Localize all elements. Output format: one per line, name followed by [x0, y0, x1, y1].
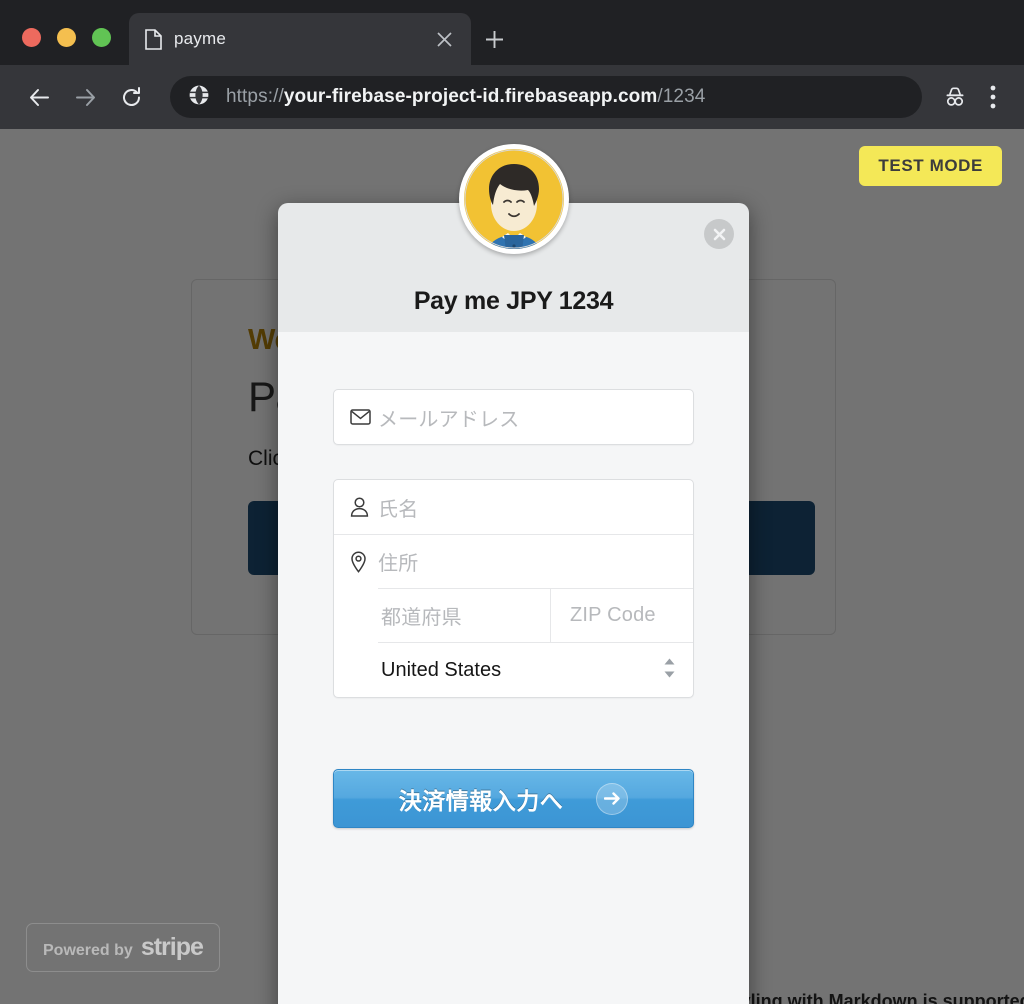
document-icon — [145, 28, 162, 50]
state-placeholder: 都道府県 — [381, 607, 462, 629]
browser-toolbar: https://your-firebase-project-id.firebas… — [0, 65, 1024, 129]
submit-button-label: 決済情報入力へ — [398, 787, 564, 814]
incognito-icon[interactable] — [938, 78, 972, 116]
maximize-window-button[interactable] — [92, 28, 111, 47]
map-pin-icon — [350, 550, 378, 573]
state-zip-row: 都道府県 ZIP Code — [378, 588, 693, 642]
globe-icon — [188, 84, 210, 111]
country-select[interactable]: United States — [378, 642, 693, 697]
arrow-right-circle-icon — [596, 782, 629, 815]
email-field[interactable]: メールアドレス — [334, 390, 693, 444]
powered-by-stripe-badge[interactable]: Powered by stripe — [26, 923, 220, 972]
envelope-icon — [350, 409, 378, 425]
forward-button[interactable] — [64, 76, 106, 118]
address-field-group: 氏名 住所 都道府県 ZIP Code United States — [333, 479, 694, 698]
new-tab-button[interactable] — [471, 16, 517, 62]
name-placeholder: 氏名 — [378, 498, 419, 521]
close-window-button[interactable] — [22, 28, 41, 47]
stripe-wordmark: stripe — [140, 933, 204, 961]
person-icon — [350, 497, 378, 517]
close-circle-icon[interactable] — [704, 219, 734, 249]
zip-field[interactable]: ZIP Code — [550, 589, 693, 642]
back-button[interactable] — [18, 76, 60, 118]
boy-avatar-icon — [458, 144, 569, 254]
modal-body: メールアドレス 氏名 住所 都道府県 ZIP Code United State… — [278, 332, 749, 1004]
powered-by-label: Powered by — [43, 942, 133, 959]
name-field[interactable]: 氏名 — [334, 480, 693, 534]
tab-strip: payme — [0, 0, 1024, 65]
page-viewport: Welcome Pay me Click the button below to… — [0, 129, 1024, 1004]
close-icon[interactable] — [431, 26, 457, 52]
updown-chevron-icon — [662, 656, 677, 685]
country-value: United States — [381, 658, 502, 681]
email-placeholder: メールアドレス — [378, 408, 520, 431]
address-placeholder: 住所 — [378, 553, 419, 575]
address-field[interactable]: 住所 — [334, 534, 693, 588]
minimize-window-button[interactable] — [57, 28, 76, 47]
browser-tab-payme[interactable]: payme — [129, 13, 471, 65]
three-dot-menu-icon[interactable] — [976, 78, 1010, 116]
zip-placeholder: ZIP Code — [570, 604, 656, 626]
modal-title: Pay me JPY 1234 — [413, 287, 614, 315]
status-badge: TEST MODE — [859, 146, 1002, 186]
url-text: https://your-firebase-project-id.firebas… — [226, 86, 706, 107]
stripe-checkout-modal: Pay me JPY 1234 メールアドレス 氏名 住所 都道府県 ZIP C… — [278, 144, 749, 1004]
state-field[interactable]: 都道府県 — [378, 589, 550, 642]
address-bar[interactable]: https://your-firebase-project-id.firebas… — [170, 76, 922, 118]
submit-payment-button[interactable]: 決済情報入力へ — [333, 769, 694, 828]
window-traffic-lights — [0, 28, 129, 65]
email-field-group: メールアドレス — [333, 389, 694, 445]
reload-button[interactable] — [110, 76, 152, 118]
modal-header: Pay me JPY 1234 — [278, 144, 749, 332]
tab-title: payme — [174, 29, 227, 48]
browser-window: payme https://your-firebase-project-id.f… — [0, 0, 1024, 1004]
